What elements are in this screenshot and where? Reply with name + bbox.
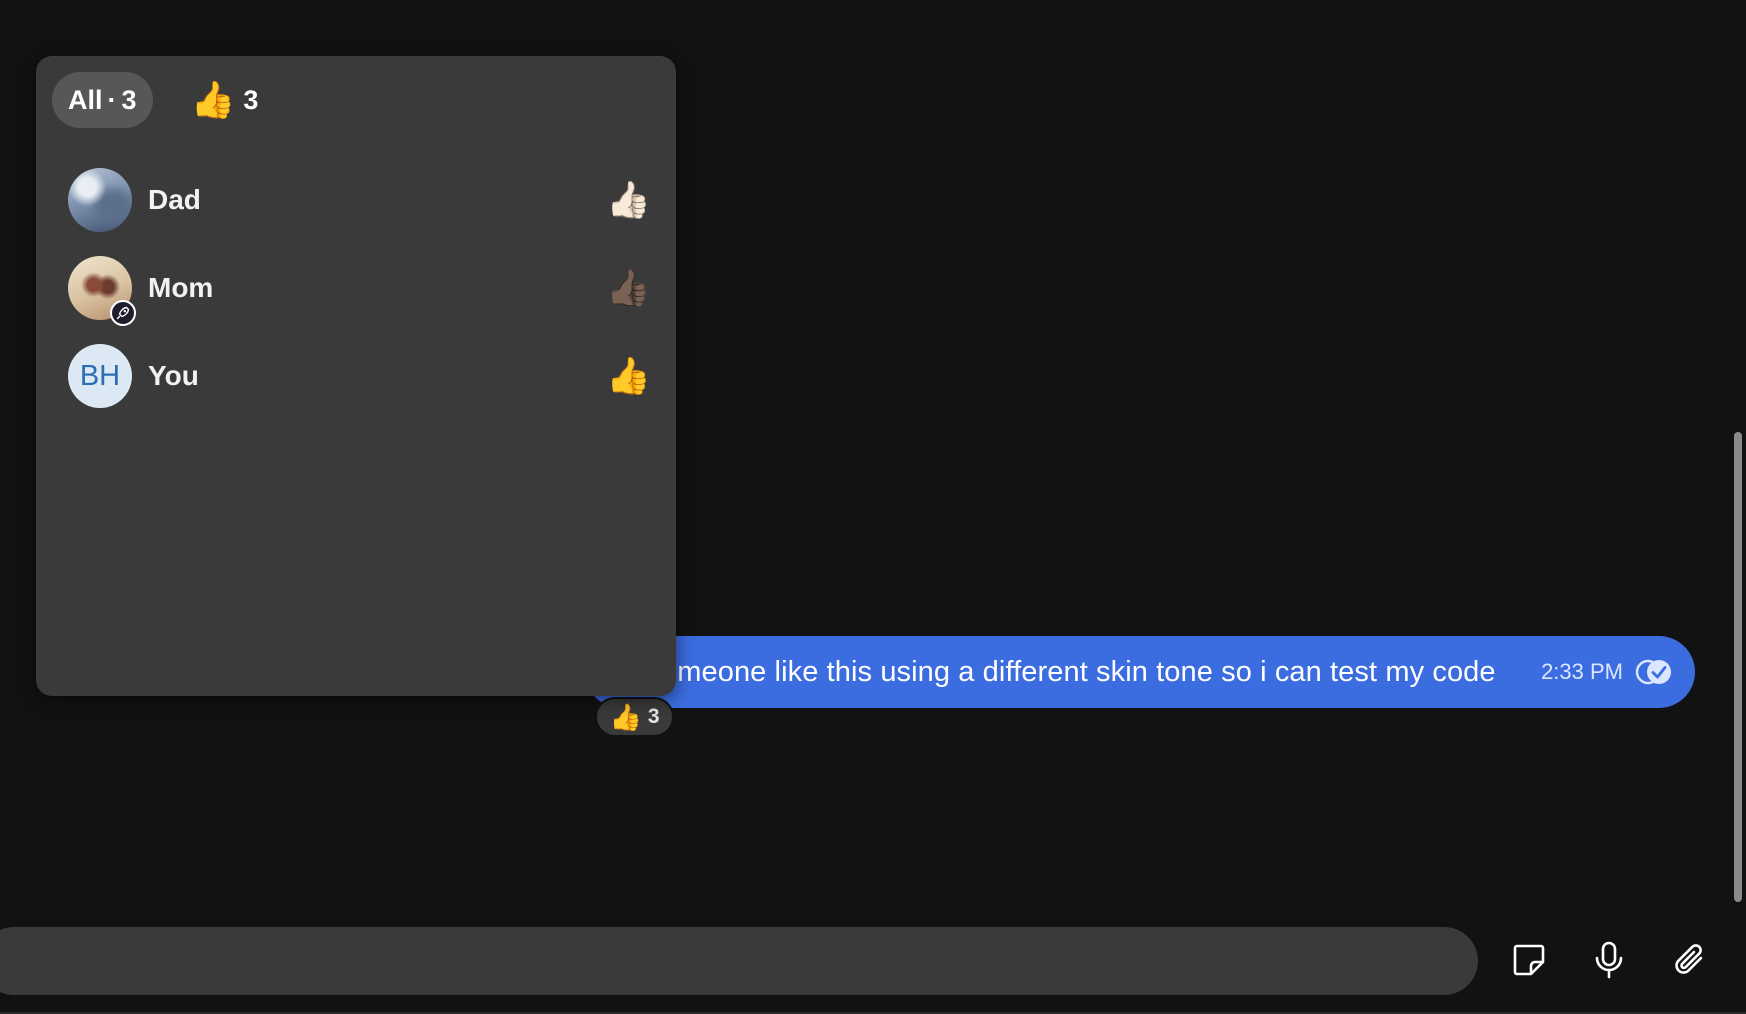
thumbs-up-icon: 👍🏼 — [606, 179, 651, 220]
voice-message-button[interactable] — [1587, 940, 1631, 984]
reactor-row-mom: Mom 👍🏾 — [68, 256, 651, 326]
reactor-name: You — [148, 360, 199, 391]
microphone-icon — [1591, 940, 1627, 985]
message-text: omeone like this using a different skin … — [661, 655, 1496, 688]
avatar: BH — [68, 344, 132, 408]
tab-all-count: 3 — [121, 84, 137, 115]
scrollbar[interactable] — [1730, 0, 1746, 1014]
sticker-button[interactable] — [1507, 940, 1551, 984]
reactions-popover: All · 3 👍 3 Dad 👍🏼 Mom 👍🏾 BH You 👍 — [36, 56, 676, 696]
attach-file-button[interactable] — [1667, 940, 1711, 984]
outgoing-message-bubble[interactable]: omeone like this using a different skin … — [585, 636, 1695, 708]
rocket-badge-icon — [110, 300, 136, 326]
reactor-row-you: BH You 👍 — [68, 344, 651, 408]
reaction-filter-tabs: All · 3 👍 3 — [52, 72, 274, 128]
message-time: 2:33 PM — [1541, 659, 1623, 684]
avatar — [68, 256, 136, 326]
thumbs-up-icon: 👍 — [190, 79, 236, 120]
message-reaction-chip[interactable]: 👍 3 — [595, 697, 674, 737]
tab-thumbs-up-reactions[interactable]: 👍 3 — [175, 72, 275, 128]
scrollbar-thumb[interactable] — [1734, 432, 1742, 902]
reactor-row-dad: Dad 👍🏼 — [68, 168, 651, 232]
message-meta: 2:33 PM — [1541, 636, 1673, 708]
avatar — [68, 168, 132, 232]
reaction-count: 3 — [647, 705, 660, 728]
tab-all-separator: · — [107, 84, 117, 115]
thumbs-up-icon: 👍 — [609, 702, 642, 732]
tab-all-label: All — [68, 84, 103, 115]
sticker-icon — [1511, 942, 1547, 983]
thumbs-up-icon: 👍 — [606, 355, 651, 396]
avatar-photo — [68, 168, 132, 232]
conversation-view: omeone like this using a different skin … — [0, 0, 1746, 1014]
tab-thumbs-up-count: 3 — [243, 84, 259, 115]
paperclip-icon — [1670, 940, 1708, 985]
thumbs-up-icon: 👍🏾 — [606, 267, 651, 308]
message-composer — [0, 927, 1478, 997]
avatar-initials: BH — [68, 344, 132, 408]
read-check-icon — [1635, 659, 1673, 685]
reactor-name: Dad — [148, 184, 201, 215]
tab-all-reactions[interactable]: All · 3 — [52, 72, 153, 128]
message-input[interactable] — [20, 927, 1424, 997]
reactor-name: Mom — [148, 272, 214, 303]
